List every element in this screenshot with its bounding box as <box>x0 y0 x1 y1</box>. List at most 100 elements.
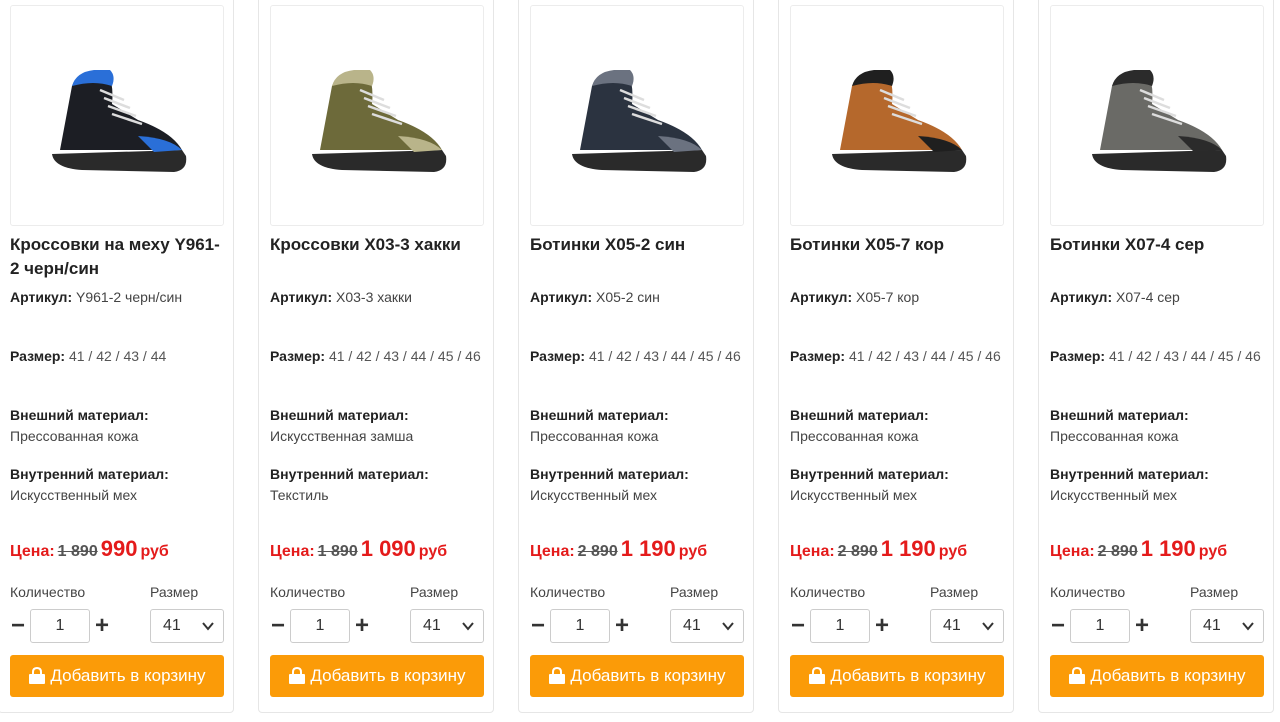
inner-material-row: Внутренний материал: Искусственный мех <box>1050 464 1264 506</box>
plus-icon[interactable]: + <box>352 612 372 639</box>
minus-icon[interactable]: − <box>528 612 548 639</box>
quantity-input[interactable] <box>30 609 90 643</box>
inner-material-label: Внутренний материал: <box>790 466 949 482</box>
outer-material-row: Внешний материал: Прессованная кожа <box>10 405 224 447</box>
inner-material-label: Внутренний материал: <box>1050 466 1209 482</box>
minus-icon[interactable]: − <box>8 612 28 639</box>
price-row: Цена: 2 890 1 190 руб <box>790 536 1010 562</box>
product-title[interactable]: Кроссовки Х03-3 хакки <box>270 233 484 257</box>
article-value: Х07-4 сер <box>1116 289 1180 305</box>
sizes-row: Размер: 41 / 42 / 43 / 44 <box>10 346 224 367</box>
article-value: Y961-2 черн/син <box>76 289 183 305</box>
shoe-icon <box>312 69 447 172</box>
article-value: Х05-2 син <box>596 289 660 305</box>
article-row: Артикул: Х05-7 кор <box>790 287 1004 308</box>
article-row: Артикул: Х03-3 хакки <box>270 287 484 308</box>
product-title[interactable]: Ботинки Х07-4 сер <box>1050 233 1264 257</box>
sizes-value: 41 / 42 / 43 / 44 / 45 / 46 <box>1108 348 1261 364</box>
size-select[interactable]: 41 <box>410 609 484 643</box>
product-title[interactable]: Ботинки Х05-7 кор <box>790 233 1004 257</box>
size-select-value: 41 <box>163 617 181 634</box>
plus-icon[interactable]: + <box>1132 612 1152 639</box>
add-to-cart-button[interactable]: Добавить в корзину <box>1050 655 1264 697</box>
add-to-cart-label: Добавить в корзину <box>830 666 986 685</box>
controls-row: − + 41 <box>270 609 484 643</box>
quantity-label: Количество <box>270 584 346 600</box>
plus-icon[interactable]: + <box>612 612 632 639</box>
sizes-label: Размер: <box>530 348 586 364</box>
old-price: 1 890 <box>57 543 98 560</box>
size-select-value: 41 <box>1203 617 1221 634</box>
add-to-cart-button[interactable]: Добавить в корзину <box>270 655 484 697</box>
article-value: Х05-7 кор <box>856 289 920 305</box>
inner-material-value: Искусственный мех <box>1050 487 1178 503</box>
quantity-input[interactable] <box>1070 609 1130 643</box>
sizes-label: Размер: <box>270 348 326 364</box>
size-select[interactable]: 41 <box>1190 609 1264 643</box>
add-to-cart-label: Добавить в корзину <box>310 666 466 685</box>
outer-material-row: Внешний материал: Искусственная замша <box>270 405 484 447</box>
product-title[interactable]: Кроссовки на меху Y961-2 черн/син <box>10 233 224 281</box>
inner-material-value: Искусственный мех <box>10 487 138 503</box>
old-price: 2 890 <box>1097 543 1138 560</box>
sizes-label: Размер: <box>10 348 66 364</box>
quantity-label: Количество <box>790 584 866 600</box>
sizes-value: 41 / 42 / 43 / 44 <box>68 348 167 364</box>
chevron-down-icon <box>722 622 734 631</box>
shopping-bag-icon <box>549 667 566 684</box>
quantity-input[interactable] <box>550 609 610 643</box>
size-select[interactable]: 41 <box>150 609 224 643</box>
product-image[interactable] <box>1050 5 1264 226</box>
product-card: Ботинки Х05-7 кор Артикул: Х05-7 кор Раз… <box>778 0 1014 713</box>
outer-material-value: Прессованная кожа <box>10 428 139 444</box>
chevron-down-icon <box>982 622 994 631</box>
product-card: Ботинки Х05-2 син Артикул: Х05-2 син Раз… <box>518 0 754 713</box>
shopping-bag-icon <box>289 667 306 684</box>
plus-icon[interactable]: + <box>92 612 112 639</box>
size-select[interactable]: 41 <box>670 609 744 643</box>
outer-material-row: Внешний материал: Прессованная кожа <box>1050 405 1264 447</box>
add-to-cart-label: Добавить в корзину <box>50 666 206 685</box>
price-row: Цена: 2 890 1 190 руб <box>530 536 750 562</box>
add-to-cart-button[interactable]: Добавить в корзину <box>530 655 744 697</box>
price-label: Цена: <box>10 543 55 560</box>
minus-icon[interactable]: − <box>1048 612 1068 639</box>
new-price: 1 190 <box>1140 536 1196 561</box>
article-label: Артикул: <box>270 289 333 305</box>
inner-material-row: Внутренний материал: Текстиль <box>270 464 484 506</box>
outer-material-row: Внешний материал: Прессованная кожа <box>530 405 744 447</box>
outer-material-label: Внешний материал: <box>1050 407 1189 423</box>
product-image[interactable] <box>790 5 1004 226</box>
product-image[interactable] <box>530 5 744 226</box>
quantity-label: Количество <box>10 584 86 600</box>
product-image[interactable] <box>10 5 224 226</box>
inner-material-label: Внутренний материал: <box>10 466 169 482</box>
quantity-input[interactable] <box>810 609 870 643</box>
sizes-value: 41 / 42 / 43 / 44 / 45 / 46 <box>848 348 1001 364</box>
product-image[interactable] <box>270 5 484 226</box>
minus-icon[interactable]: − <box>788 612 808 639</box>
shoe-icon <box>832 69 967 172</box>
product-card: Ботинки Х07-4 сер Артикул: Х07-4 сер Раз… <box>1038 0 1274 713</box>
add-to-cart-button[interactable]: Добавить в корзину <box>10 655 224 697</box>
sizes-value: 41 / 42 / 43 / 44 / 45 / 46 <box>328 348 481 364</box>
currency: руб <box>938 543 968 560</box>
plus-icon[interactable]: + <box>872 612 892 639</box>
price-row: Цена: 1 890 1 090 руб <box>270 536 490 562</box>
controls-row: − + 41 <box>530 609 744 643</box>
inner-material-value: Искусственный мех <box>530 487 658 503</box>
product-title[interactable]: Ботинки Х05-2 син <box>530 233 744 257</box>
add-to-cart-label: Добавить в корзину <box>1090 666 1246 685</box>
outer-material-row: Внешний материал: Прессованная кожа <box>790 405 1004 447</box>
shoe-icon <box>572 69 707 172</box>
new-price: 990 <box>100 536 138 561</box>
size-select-value: 41 <box>423 617 441 634</box>
shopping-bag-icon <box>809 667 826 684</box>
minus-icon[interactable]: − <box>268 612 288 639</box>
size-select[interactable]: 41 <box>930 609 1004 643</box>
quantity-input[interactable] <box>290 609 350 643</box>
article-label: Артикул: <box>530 289 593 305</box>
chevron-down-icon <box>462 622 474 631</box>
add-to-cart-button[interactable]: Добавить в корзину <box>790 655 1004 697</box>
outer-material-value: Прессованная кожа <box>530 428 659 444</box>
